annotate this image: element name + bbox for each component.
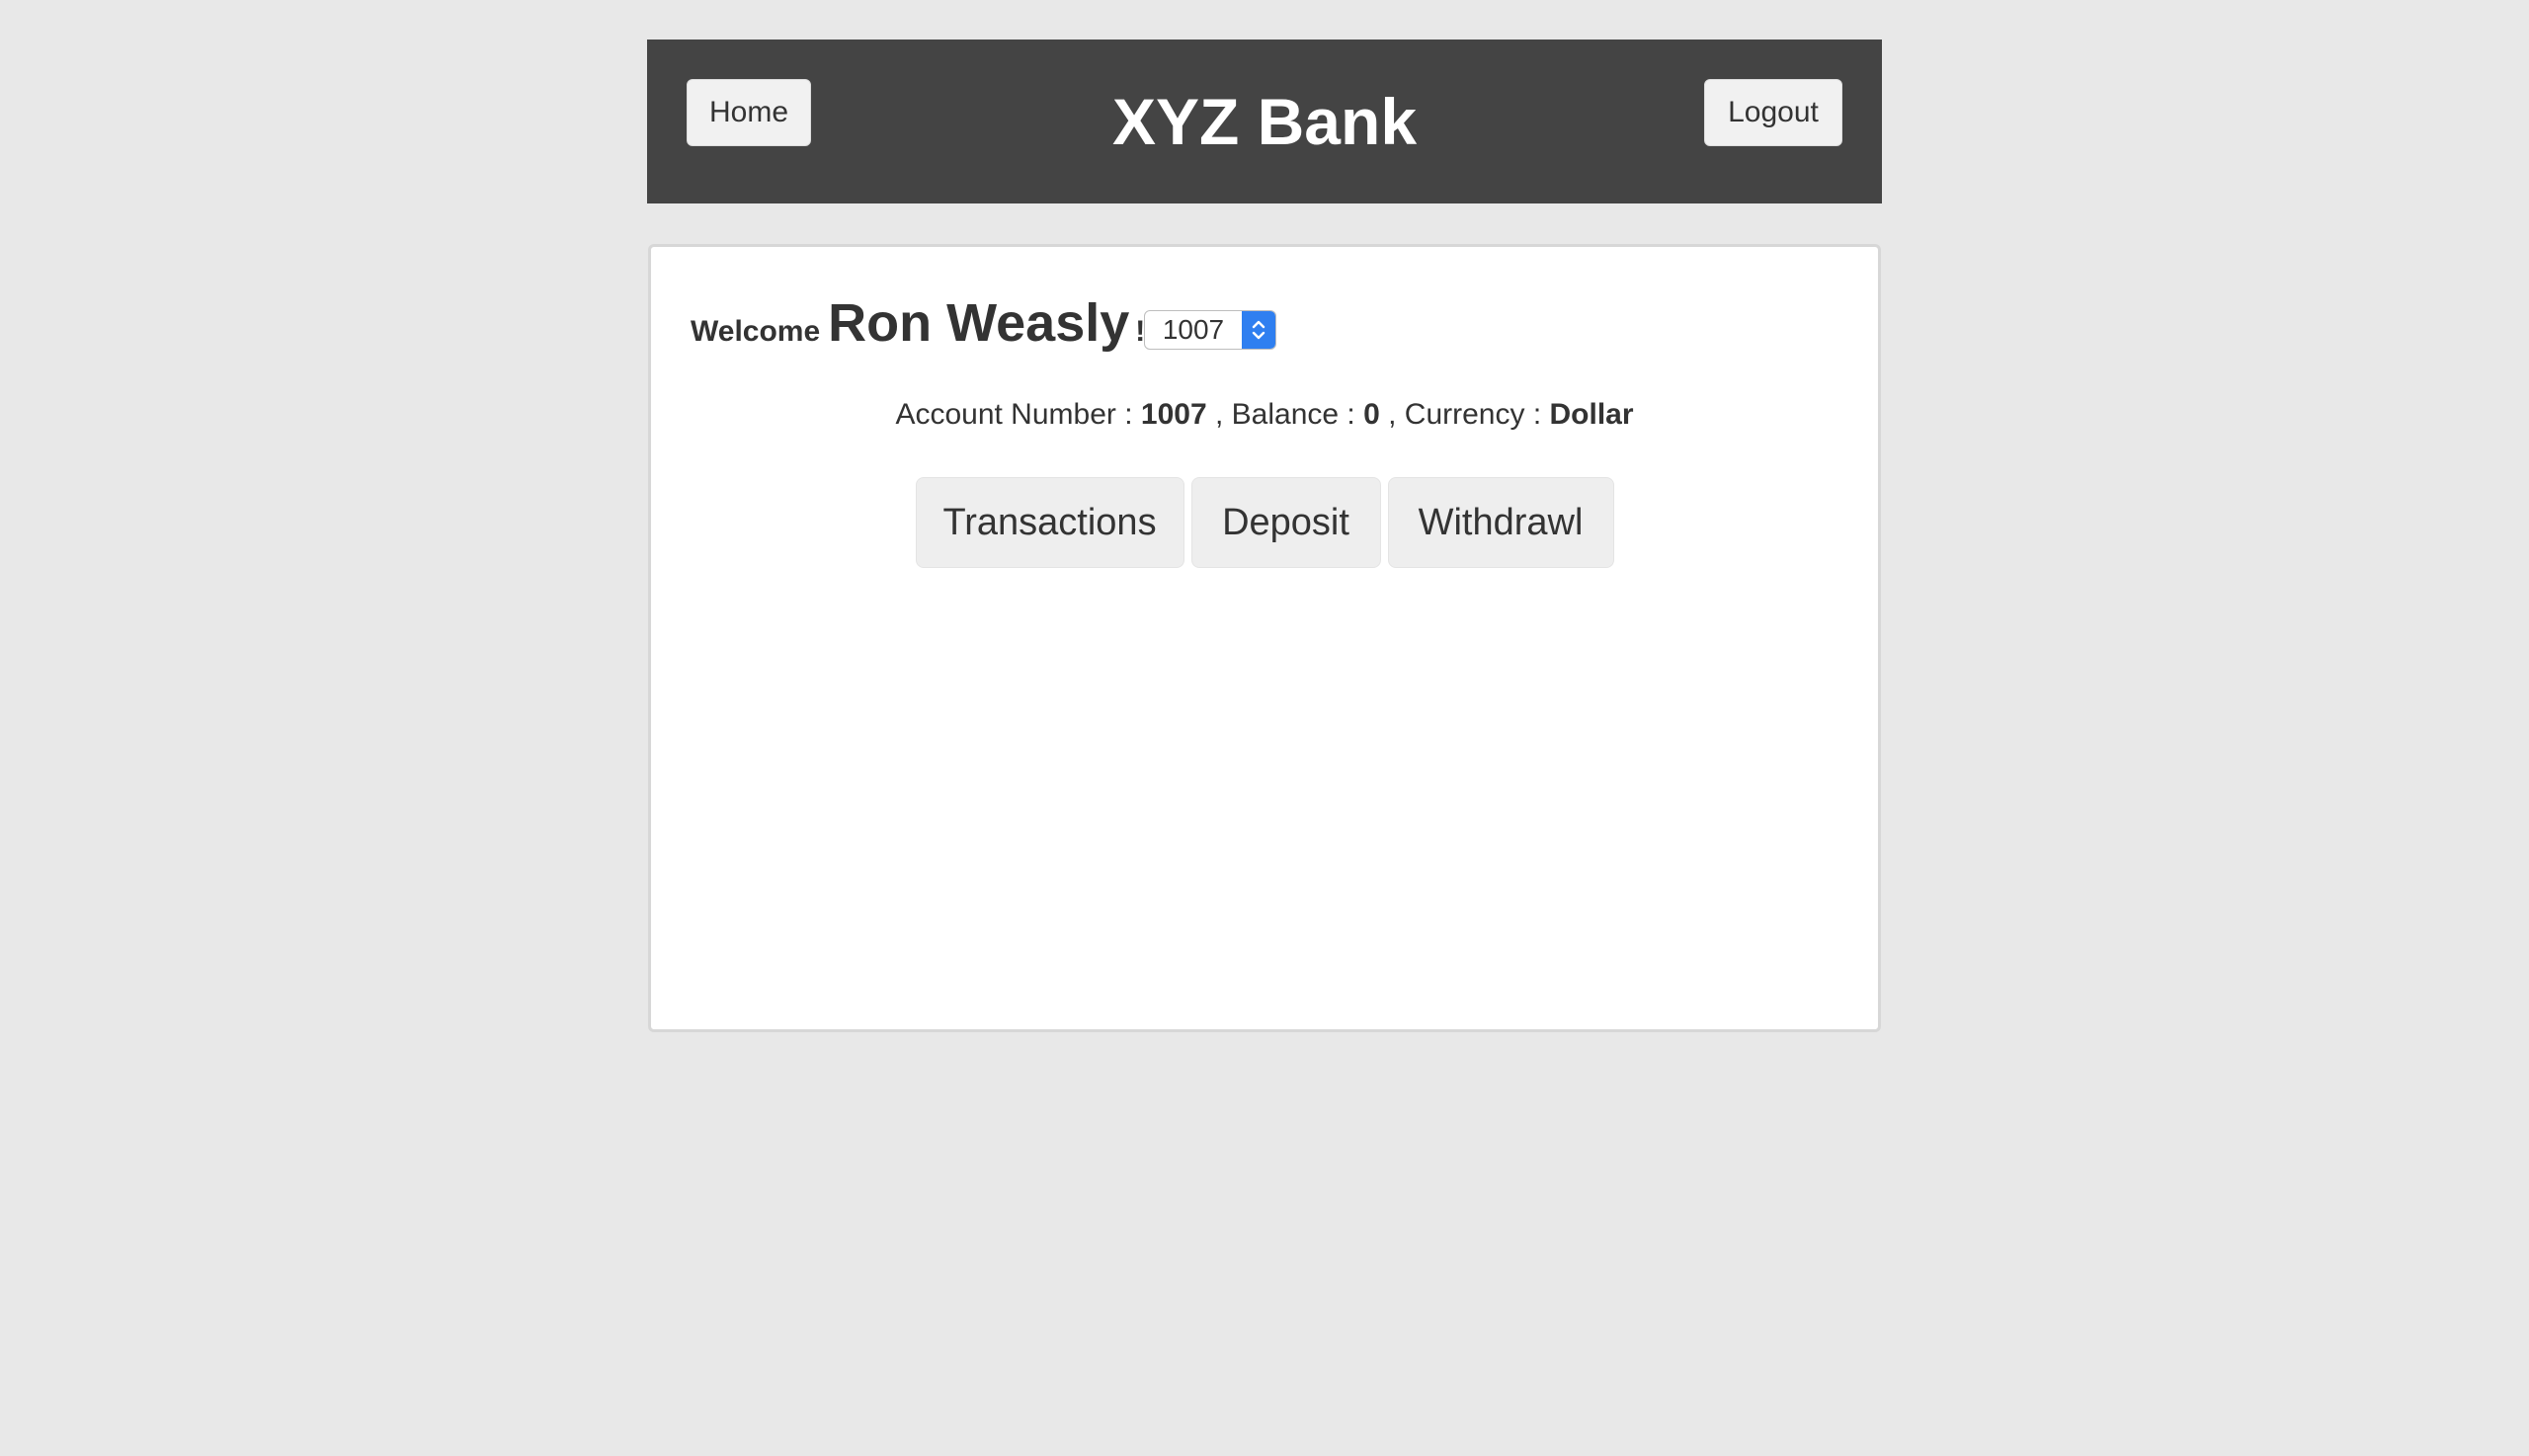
customer-name: Ron Weasly	[828, 293, 1130, 353]
currency-value: Dollar	[1549, 398, 1634, 431]
logout-button[interactable]: Logout	[1704, 79, 1842, 146]
withdrawl-button[interactable]: Withdrawl	[1387, 477, 1614, 568]
balance-value: 0	[1363, 398, 1380, 431]
account-number-value: 1007	[1140, 398, 1207, 431]
welcome-prefix: Welcome	[691, 315, 821, 348]
account-select[interactable]: 1007	[1144, 310, 1276, 350]
account-info: Account Number : 1007 , Balance : 0 , Cu…	[651, 395, 1878, 435]
app-header: Home XYZ Bank Logout	[647, 40, 1882, 203]
account-actions: Transactions Deposit Withdrawl	[651, 477, 1878, 568]
currency-label: , Currency :	[1388, 398, 1542, 431]
bank-title: XYZ Bank	[1111, 85, 1418, 158]
customer-panel: Welcome Ron Weasly !! 1007 Account Numbe…	[648, 244, 1881, 1032]
up-down-chevron-icon	[1242, 311, 1275, 349]
transactions-button[interactable]: Transactions	[915, 477, 1184, 568]
account-number-label: Account Number :	[895, 398, 1133, 431]
welcome-message: Welcome Ron Weasly !!	[691, 292, 1155, 360]
balance-label: , Balance :	[1214, 398, 1355, 431]
account-select-value: 1007	[1162, 314, 1225, 345]
deposit-button[interactable]: Deposit	[1190, 477, 1381, 568]
